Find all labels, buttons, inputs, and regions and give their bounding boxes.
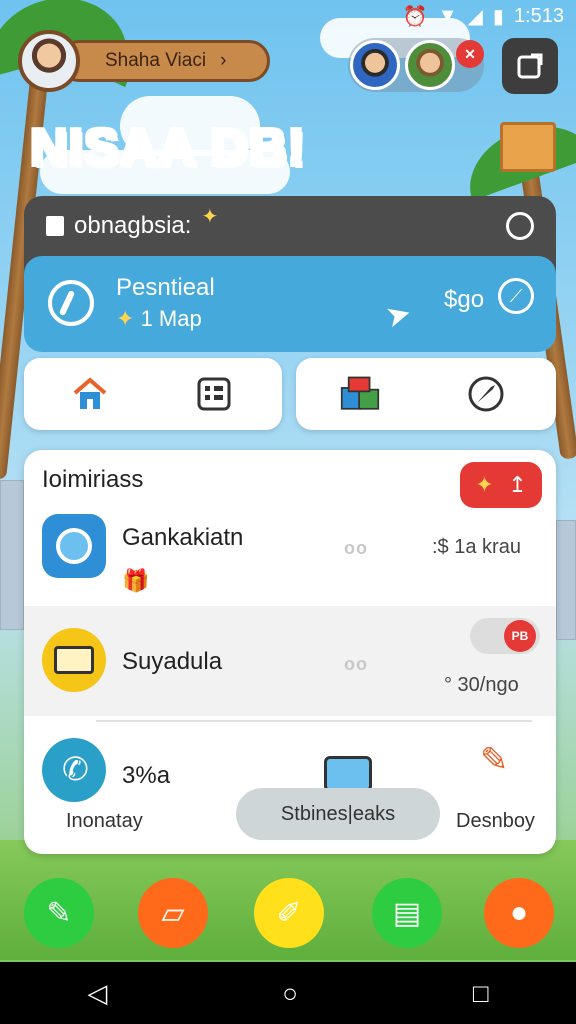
document-icon xyxy=(46,216,64,236)
profile-name: Shaha Viaci xyxy=(105,50,207,71)
row-name: Suyadula xyxy=(122,648,223,675)
gift-box-icon[interactable] xyxy=(500,122,556,172)
list-panel: Ioimiriass ✦ ↥ 🎁 Gankakiatn oo :$ 1a kra… xyxy=(24,450,556,854)
banner-title: Pesntieal xyxy=(116,274,215,301)
compass-icon[interactable]: ⟋ xyxy=(498,278,534,314)
chevron-right-icon: › xyxy=(220,50,227,71)
dock-button-chat[interactable]: ● xyxy=(484,878,554,948)
friend-avatar[interactable] xyxy=(405,40,455,90)
compass-needle-icon-svg xyxy=(468,376,504,412)
list-item[interactable]: Suyadula oo PB ° 30/ngo xyxy=(24,606,556,716)
recents-icon[interactable]: □ xyxy=(473,978,489,1009)
arrow-icon: ➤ xyxy=(382,296,415,335)
signal-icon: ◢ xyxy=(467,6,483,28)
ticket-icon xyxy=(324,756,372,792)
gift-icon: 🎁 xyxy=(122,568,150,593)
status-time: 1:513 xyxy=(513,5,564,27)
row-price: ° 30/ngo xyxy=(444,674,519,696)
map-app-icon xyxy=(42,628,106,692)
back-icon[interactable]: ◁ xyxy=(87,978,107,1009)
divider xyxy=(96,720,532,722)
wifi-icon: ▼ xyxy=(437,5,458,27)
blocks-icon[interactable] xyxy=(340,374,380,414)
building xyxy=(556,520,576,640)
sparkle-icon: ✦ xyxy=(475,472,494,497)
grid-icon[interactable] xyxy=(194,374,234,414)
pencil-icon[interactable]: ✎ xyxy=(480,740,509,780)
card-title-row: obnagbsia: ✦ xyxy=(46,206,218,240)
map-banner[interactable]: Pesntieal ✦ 1 Map ➤ $go ⟋ xyxy=(24,256,556,352)
note-icon: ✎ xyxy=(46,896,72,930)
toggle-pill[interactable]: PB xyxy=(470,618,540,654)
grid-icon-svg xyxy=(197,377,231,411)
upload-icon: ↥ xyxy=(508,472,527,497)
home-icon-svg xyxy=(73,377,107,409)
panel-title: Ioimiriass xyxy=(42,466,144,493)
list-item[interactable]: 🎁 Gankakiatn oo :$ 1a krau xyxy=(24,510,556,602)
logo-text: NISAA DB! xyxy=(30,119,306,177)
camera-app-icon xyxy=(42,514,106,578)
stat-value: 3%a xyxy=(122,762,171,789)
close-badge-icon[interactable]: ✕ xyxy=(456,40,484,68)
badge-icon: PB xyxy=(504,620,536,652)
row-price: :$ 1a krau xyxy=(432,536,521,558)
dock-button-edit[interactable]: ✎ xyxy=(24,878,94,948)
dock-button-notes[interactable]: ▤ xyxy=(372,878,442,948)
friend-avatar[interactable] xyxy=(350,40,400,90)
home-button-icon[interactable]: ○ xyxy=(282,978,298,1009)
right-label: Desnboy xyxy=(456,810,535,832)
action-button[interactable]: Stbines|eaks xyxy=(236,788,440,840)
row-dots: oo xyxy=(344,538,368,558)
battery-icon: ▮ xyxy=(492,6,504,28)
compass-needle-icon[interactable] xyxy=(466,374,506,414)
chat-icon: ● xyxy=(509,896,529,929)
dock-button-box[interactable]: ▱ xyxy=(138,878,208,948)
banner-subtitle: 1 Map xyxy=(140,306,202,331)
brush-icon: ✐ xyxy=(276,896,302,930)
avatar[interactable] xyxy=(18,30,80,92)
profile-chip[interactable]: Shaha Viaci › xyxy=(18,30,270,92)
row-name: Gankakiatn xyxy=(122,524,244,551)
banner-price: $go xyxy=(444,286,485,313)
stat-label: Inonatay xyxy=(66,810,143,832)
sparkle-icon: ✦ xyxy=(201,205,219,228)
home-icon[interactable] xyxy=(70,374,110,414)
box-icon: ▱ xyxy=(161,896,185,930)
card-title: obnagbsia: xyxy=(74,212,192,239)
banner-subtitle-row: ✦ 1 Map xyxy=(116,306,202,332)
nav-card-right xyxy=(296,358,556,430)
phone-app-icon[interactable]: ✆ xyxy=(42,738,106,802)
row-dots: oo xyxy=(344,654,368,674)
map-ring-icon xyxy=(48,280,94,326)
system-nav-bar: ◁ ○ □ xyxy=(0,962,576,1024)
edit-icon xyxy=(517,53,543,79)
star-icon: ✦ xyxy=(116,306,135,331)
building xyxy=(0,480,24,630)
alarm-icon: ⏰ xyxy=(402,6,428,28)
blocks-icon-svg xyxy=(340,376,380,410)
dock-button-brush[interactable]: ✐ xyxy=(254,878,324,948)
status-bar: ⏰ ▼ ◢ ▮ 1:513 xyxy=(403,4,564,29)
nav-card-left xyxy=(24,358,282,430)
app-logo: NISAA DB! xyxy=(30,118,306,178)
upload-button[interactable]: ✦ ↥ xyxy=(460,462,542,508)
notebook-icon: ▤ xyxy=(392,896,422,930)
clock-icon[interactable] xyxy=(506,212,534,240)
edit-button[interactable] xyxy=(502,38,558,94)
profile-name-pill[interactable]: Shaha Viaci › xyxy=(58,40,270,82)
